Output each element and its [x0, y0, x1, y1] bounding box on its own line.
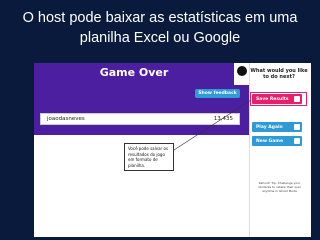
new-game-label: New Game: [256, 138, 284, 144]
show-feedback-button[interactable]: Show feedback: [195, 89, 240, 98]
banner-title: Game Over: [99, 66, 169, 79]
score-row: joaodasneves 13,435: [40, 113, 240, 125]
sidebar-tip: Kahoot! Tip: Challenge your students to …: [258, 181, 301, 193]
new-game-button[interactable]: New Game: [252, 136, 302, 146]
next-steps-sidebar: [249, 63, 311, 237]
slide-title: O host pode baixar as estatísticas em um…: [22, 10, 298, 46]
annotation-callout: Você pode salvar os resultados do jogo e…: [124, 143, 174, 171]
play-again-button[interactable]: Play Again: [252, 122, 302, 132]
replay-icon: [294, 124, 300, 130]
play-again-label: Play Again: [256, 124, 283, 130]
sidebar-heading: What would you like to do next?: [250, 68, 308, 80]
kahoot-screenshot: Game Over Show feedback joaodasneves 13,…: [34, 63, 311, 237]
player-score: 13,435: [213, 116, 233, 122]
player-name: joaodasneves: [47, 116, 85, 122]
save-results-highlight: [250, 92, 307, 106]
game-over-banner: Game Over: [34, 63, 234, 85]
game-results-area: Game Over Show feedback joaodasneves 13,…: [34, 63, 249, 237]
kahoot-logo-icon: [237, 66, 247, 76]
new-game-icon: [294, 138, 300, 144]
